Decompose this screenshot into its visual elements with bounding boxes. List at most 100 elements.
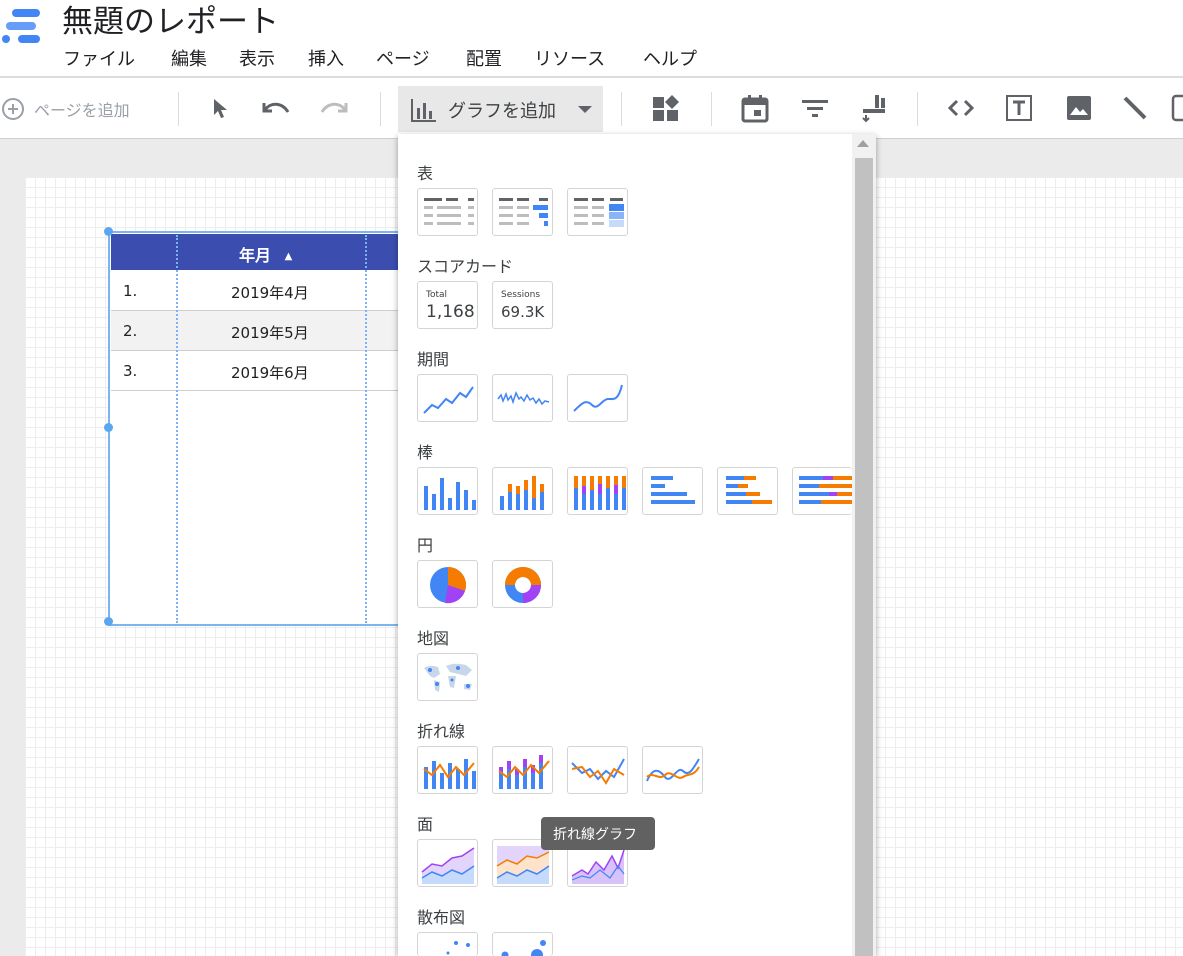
- add-chart-button[interactable]: グラフを追加: [398, 86, 603, 132]
- menu-resource[interactable]: リソース: [534, 45, 605, 71]
- percent-stacked-column-thumbnail-icon: [574, 476, 626, 510]
- data-control-icon[interactable]: [858, 93, 888, 123]
- select-pointer-icon[interactable]: [205, 93, 235, 123]
- column-guide: [176, 235, 178, 623]
- timeseries-thumbnail-icon: [423, 386, 474, 414]
- menu-arrange[interactable]: 配置: [466, 45, 502, 71]
- category-pie-label: 円: [417, 536, 434, 555]
- chart-option-stacked-combo[interactable]: [492, 746, 553, 794]
- column-header-year-month[interactable]: 年月 ▲: [239, 242, 292, 266]
- toolbar-separator: [621, 92, 622, 126]
- sort-ascending-icon[interactable]: ▲: [285, 251, 293, 262]
- table-heatmap-thumbnail-icon: [574, 198, 624, 227]
- table-bars-thumbnail-icon: [499, 198, 548, 226]
- shape-rectangle-icon[interactable]: [1170, 93, 1183, 123]
- scroll-up-arrow-icon[interactable]: [857, 140, 869, 147]
- toolbar-separator: [178, 92, 179, 126]
- menu-file[interactable]: ファイル: [63, 45, 135, 71]
- category-scorecard-label: スコアカード: [417, 257, 514, 276]
- menu-view[interactable]: 表示: [239, 45, 275, 71]
- scatter-thumbnail-icon: [446, 941, 470, 955]
- category-table-label: 表: [417, 164, 434, 183]
- add-chart-label: グラフを追加: [448, 101, 556, 122]
- community-components-icon[interactable]: [651, 93, 681, 123]
- toolbar: ページを追加 グラフを追加: [0, 78, 1183, 139]
- sparkline-thumbnail-icon: [497, 391, 550, 406]
- row-value: 2019年5月: [231, 324, 309, 342]
- row-value: 2019年6月: [231, 364, 309, 382]
- stacked-column-thumbnail-icon: [500, 476, 544, 510]
- chart-option-table[interactable]: [417, 188, 478, 236]
- chart-option-bubble[interactable]: [492, 932, 553, 956]
- chart-option-100-stacked-bar[interactable]: [792, 467, 852, 515]
- bubble-thumbnail-icon: [501, 940, 546, 956]
- percent-stacked-bar-thumbnail-icon: [799, 476, 852, 504]
- add-circle-icon[interactable]: [0, 96, 26, 122]
- bar-chart-icon: [411, 99, 436, 122]
- chart-option-smoothed-line[interactable]: [642, 746, 703, 794]
- menu-page[interactable]: ページ: [376, 45, 430, 71]
- menu-help[interactable]: ヘルプ: [643, 45, 697, 71]
- line-thumbnail-icon: [571, 758, 625, 785]
- chart-option-timeseries[interactable]: [417, 374, 478, 422]
- chart-option-scorecard-compact[interactable]: Sessions 69.3K: [492, 281, 553, 329]
- chart-option-column[interactable]: [417, 467, 478, 515]
- table-thumbnail-icon: [424, 198, 474, 225]
- table-widget[interactable]: 年月 ▲ 1. 2019年4月 2. 2019年5月 3. 2019年6月: [104, 227, 412, 626]
- category-area-label: 面: [417, 815, 434, 834]
- toolbar-separator: [380, 92, 381, 126]
- menu-insert[interactable]: 挿入: [308, 45, 344, 71]
- line-tool-icon[interactable]: [1120, 93, 1150, 123]
- scrollbar-thumb[interactable]: [855, 158, 873, 956]
- chart-option-sparkline[interactable]: [492, 374, 553, 422]
- report-title[interactable]: 無題のレポート: [62, 0, 279, 41]
- dropdown-arrow-icon: [578, 106, 592, 113]
- smoothed-timeseries-thumbnail-icon: [573, 384, 623, 412]
- tooltip-text: 折れ線グラフ: [553, 827, 637, 843]
- chart-option-scorecard[interactable]: Total 1,168: [417, 281, 478, 329]
- chart-option-smoothed-timeseries[interactable]: [567, 374, 628, 422]
- donut-thumbnail-icon: [505, 567, 541, 603]
- chart-option-area[interactable]: [417, 839, 478, 887]
- menu-edit[interactable]: 編集: [171, 45, 207, 71]
- resize-handle[interactable]: [104, 423, 113, 432]
- scorecard-sample-label: Total: [426, 290, 448, 300]
- category-combo-label: 折れ線: [417, 722, 466, 741]
- add-page-button[interactable]: ページを追加: [34, 97, 130, 121]
- chart-option-table-heatmap[interactable]: [567, 188, 628, 236]
- text-box-icon[interactable]: [1004, 93, 1034, 123]
- world-map-thumbnail-icon: [424, 663, 472, 692]
- scorecard-sample-value: 1,168: [426, 302, 475, 322]
- redo-icon[interactable]: [316, 93, 352, 123]
- area-thumbnail-icon: [421, 847, 475, 884]
- row-index: 3.: [123, 362, 138, 380]
- date-range-icon[interactable]: [740, 93, 770, 123]
- category-geo-label: 地図: [417, 629, 450, 648]
- resize-handle[interactable]: [104, 617, 113, 626]
- chart-option-combo[interactable]: [417, 746, 478, 794]
- chart-option-line[interactable]: [567, 746, 628, 794]
- chart-option-table-bars[interactable]: [492, 188, 553, 236]
- chart-option-100-stacked-column[interactable]: [567, 467, 628, 515]
- resize-handle[interactable]: [104, 227, 113, 236]
- category-timeseries-label: 期間: [417, 350, 450, 369]
- chart-option-pie[interactable]: [417, 560, 478, 608]
- row-index: 1.: [123, 282, 138, 300]
- data-studio-logo-icon[interactable]: [0, 4, 44, 48]
- undo-icon[interactable]: [258, 93, 294, 123]
- chart-option-donut[interactable]: [492, 560, 553, 608]
- pie-thumbnail-icon: [430, 567, 467, 604]
- code-embed-icon[interactable]: [946, 93, 976, 123]
- chart-option-scatter[interactable]: [417, 932, 478, 956]
- chart-option-geo-map[interactable]: [417, 653, 478, 701]
- chart-option-stacked-bar[interactable]: [717, 467, 778, 515]
- filter-control-icon[interactable]: [800, 93, 830, 123]
- column-header-label: 年月: [239, 246, 272, 265]
- scorecard-sample-value: 69.3K: [501, 303, 545, 321]
- image-icon[interactable]: [1064, 93, 1094, 123]
- toolbar-separator: [917, 92, 918, 126]
- category-bar-label: 棒: [417, 443, 434, 462]
- chart-option-stacked-column[interactable]: [492, 467, 553, 515]
- toolbar-separator: [711, 92, 712, 126]
- chart-option-bar[interactable]: [642, 467, 703, 515]
